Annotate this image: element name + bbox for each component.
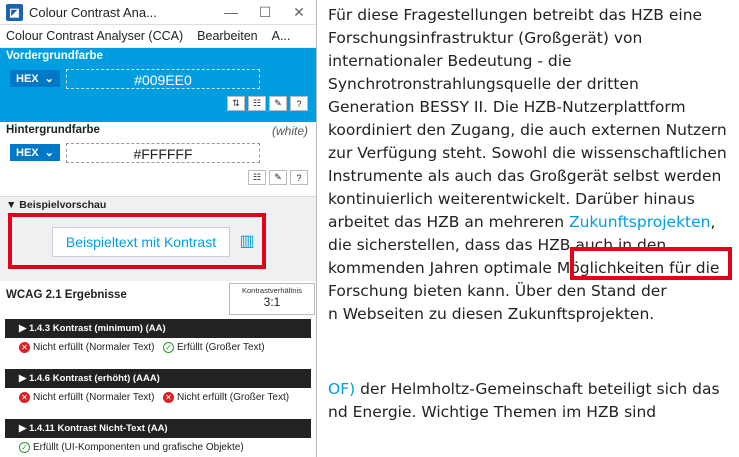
criterion-results: ✓ Erfüllt (UI-Komponenten und grafische O… <box>5 438 311 457</box>
preview-toggle[interactable]: ▼ Beispielvorschau <box>6 199 106 211</box>
of-link[interactable]: OF) <box>328 380 355 398</box>
link-highlight-box <box>570 247 732 280</box>
text-segment: arbeitet das HZB an mehreren <box>328 213 569 231</box>
sliders-icon[interactable]: ☷ <box>248 170 266 185</box>
fail-icon: ✕ <box>163 392 174 403</box>
background-label: Hintergrundfarbe <box>6 124 100 136</box>
menu-bar: Colour Contrast Analyser (CCA) Bearbeite… <box>0 25 316 48</box>
result-normal-text: ✕ Nicht erfüllt (Normaler Text) <box>19 392 159 403</box>
text-line: Generation BESSY II. Die HZB-Nutzerplatt… <box>328 98 686 116</box>
chevron-down-icon: ⌄ <box>44 147 54 159</box>
text-line: Instrumente als auch das Großgerät selbs… <box>328 167 722 185</box>
criterion-header[interactable]: ▶ 1.4.6 Kontrast (erhöht) (AAA) <box>5 369 311 388</box>
eyedropper-icon[interactable]: ✎ <box>269 170 287 185</box>
close-button[interactable]: ✕ <box>282 4 316 21</box>
foreground-tools: ⇅ ☷ ✎ ? <box>227 96 308 111</box>
text-line: n Webseiten zu diesen Zukunftsprojekten. <box>328 305 655 323</box>
criterion-1-4-11: ▶ 1.4.11 Kontrast Nicht-Text (AA) ✓ Erfül… <box>5 419 311 457</box>
sliders-icon[interactable]: ☷ <box>248 96 266 111</box>
background-tools: ☷ ✎ ? <box>248 170 308 185</box>
pass-icon: ✓ <box>19 442 30 453</box>
foreground-format-select[interactable]: HEX ⌄ <box>10 70 60 87</box>
menu-item-bearbeiten[interactable]: Bearbeiten <box>197 29 257 43</box>
criterion-results: ✕ Nicht erfüllt (Normaler Text) ✕ Nicht er… <box>5 388 311 419</box>
cca-app-icon: ◪ <box>6 3 23 21</box>
pass-icon: ✓ <box>163 342 174 353</box>
help-icon[interactable]: ? <box>290 96 308 111</box>
zukunftsprojekte-link[interactable]: Zukunftsprojekten <box>569 213 711 231</box>
swap-icon[interactable]: ⇅ <box>227 96 245 111</box>
chevron-down-icon: ⌄ <box>44 73 54 85</box>
menu-item-cca[interactable]: Colour Contrast Analyser (CCA) <box>6 29 183 43</box>
eyedropper-icon[interactable]: ✎ <box>269 96 287 111</box>
foreground-label: Vordergrundfarbe <box>6 50 103 62</box>
background-format-select[interactable]: HEX ⌄ <box>10 144 60 161</box>
text-line-with-link: arbeitet das HZB an mehreren Zukunftspro… <box>328 211 715 233</box>
text-segment: , <box>710 213 716 231</box>
wcag-header: WCAG 2.1 Ergebnisse Kontrastverhältnis 3… <box>0 281 316 319</box>
fail-icon: ✕ <box>19 392 30 403</box>
wcag-title: WCAG 2.1 Ergebnisse <box>6 289 127 301</box>
fail-icon: ✕ <box>19 342 30 353</box>
text-line: Forschungsinfrastruktur (Großgerät) von <box>328 29 643 47</box>
ratio-label: Kontrastverhältnis <box>241 286 303 295</box>
result-large-text: ✕ Nicht erfüllt (Großer Text) <box>163 392 313 403</box>
criterion-1-4-6: ▶ 1.4.6 Kontrast (erhöht) (AAA) ✕ Nicht e… <box>5 369 311 419</box>
criterion-1-4-3: ▶ 1.4.3 Kontrast (minimum) (AA) ✕ Nicht e… <box>5 319 311 369</box>
menu-item-more[interactable]: A... <box>272 29 291 43</box>
text-line: koordiniert den Zugang, die auch externe… <box>328 121 727 139</box>
background-hex-input[interactable]: #FFFFFF <box>66 143 260 163</box>
help-icon[interactable]: ? <box>290 170 308 185</box>
foreground-hex-input[interactable]: #009EE0 <box>66 69 260 89</box>
text-line: internationaler Bedeutung - die <box>328 52 572 70</box>
text-line: Forschung bieten kann. Über den Stand de… <box>328 282 667 300</box>
text-line: kontinuierlich weiterentwickelt. Darüber… <box>328 190 695 208</box>
criterion-header[interactable]: ▶ 1.4.11 Kontrast Nicht-Text (AA) <box>5 419 311 438</box>
background-color-name: (white) <box>271 124 308 138</box>
criterion-header[interactable]: ▶ 1.4.3 Kontrast (minimum) (AA) <box>5 319 311 338</box>
result-ui-components: ✓ Erfüllt (UI-Komponenten und grafische O… <box>19 442 309 453</box>
result-normal-text: ✕ Nicht erfüllt (Normaler Text) <box>19 342 159 353</box>
ratio-value: 3:1 <box>263 295 281 309</box>
title-bar: ◪ Colour Contrast Ana... — ☐ ✕ <box>0 0 316 25</box>
text-line: Für diese Fragestellungen betreibt das H… <box>328 6 703 24</box>
text-line-with-link: OF) der Helmholtz-Gemeinschaft beteiligt… <box>328 378 720 400</box>
foreground-panel: Vordergrundfarbe HEX ⌄ #009EE0 ⇅ ☷ ✎ ? <box>0 48 316 122</box>
background-panel: Hintergrundfarbe (white) HEX ⌄ #FFFFFF ☷ … <box>0 122 316 197</box>
result-large-text: ✓ Erfüllt (Großer Text) <box>163 342 313 353</box>
text-line: nd Energie. Wichtige Themen im HZB sind <box>328 403 657 421</box>
text-line: zur Verfügung steht. Sowohl die wissensc… <box>328 144 727 162</box>
minimize-button[interactable]: — <box>214 4 248 20</box>
text-segment: der Helmholtz-Gemeinschaft beteiligt sic… <box>355 380 720 398</box>
criterion-results: ✕ Nicht erfüllt (Normaler Text) ✓ Erfüllt … <box>5 338 311 369</box>
window-title: Colour Contrast Ana... <box>29 4 157 20</box>
preview-highlight-box <box>8 213 266 269</box>
maximize-button[interactable]: ☐ <box>248 4 282 21</box>
contrast-ratio-box: Kontrastverhältnis 3:1 <box>229 283 315 315</box>
text-line: Synchrotronstrahlungsquelle der dritten <box>328 75 639 93</box>
